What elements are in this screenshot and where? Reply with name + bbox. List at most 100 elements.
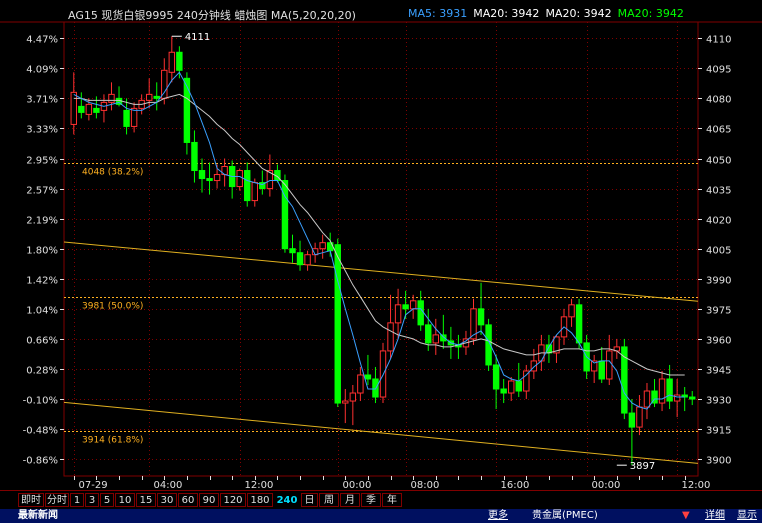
ma-items: MA5: 3931 MA20: 3942 MA20: 3942 MA20: 3942 [408,7,690,20]
candle-body [357,374,364,394]
candle-body [70,91,77,125]
candle-body [409,300,417,310]
candle-body [153,95,160,99]
price-tick-label: 4080 [706,95,731,106]
candle-body [251,182,258,202]
percent-tick-label: -0.86% [23,456,58,467]
period-button[interactable]: 日 [301,493,318,507]
ma-legend-item: MA5: 3931 [408,7,468,20]
price-tick-label: 4095 [706,65,731,76]
candle-body [130,107,138,127]
candlestick-chart[interactable]: 4110 4.47% 4095 4.09% 4080 3.71% 4065 3.33% 4050… [0,0,762,523]
percent-tick-label: 1.80% [26,246,58,257]
price-tick-label: 3945 [706,366,731,377]
price-tick-label: 3915 [706,426,731,437]
candle-body [417,300,424,326]
ma20-line [73,93,685,376]
period-button[interactable]: 月 [340,493,360,507]
candle-body [673,394,681,402]
period-button[interactable]: 分时 [45,493,69,507]
candle-body [598,360,605,380]
candle-body [643,390,651,408]
dropdown-arrow-icon[interactable]: ▼ [682,510,690,522]
candle-body [477,308,485,326]
show-link[interactable]: 显示 [737,510,757,522]
candle-body [606,350,613,380]
candle-body [372,378,379,398]
candle-body [387,322,394,352]
trend-line [63,401,699,464]
period-button[interactable]: 年 [382,493,402,507]
ma-legend-item: MA20: 3942 [473,7,540,20]
candle-body [568,304,575,318]
period-button[interactable]: 90 [199,493,219,507]
percent-tick-label: -0.10% [23,396,58,407]
candle-body [666,378,673,402]
period-button[interactable]: 180 [247,493,273,507]
candle-body [85,103,93,115]
percent-tick-label: 3.33% [26,125,58,136]
candle-body [319,242,326,250]
percent-tick-label: 2.57% [26,186,58,197]
percent-tick-label: 3.71% [26,95,58,106]
candle-body [304,254,311,266]
fib-level-label: 3981 (50.0%) [82,302,143,312]
period-button[interactable]: 60 [178,493,198,507]
extreme-annotation: 4111 [185,32,210,43]
ma-legend: MA5: 3931 MA20: 3942 MA20: 3942 MA20: 3942 [408,7,690,20]
candle-body [523,370,530,392]
candle-body [432,334,440,344]
candle-body [394,304,402,324]
candle-body [296,252,304,266]
more-link[interactable]: 更多 [488,510,508,522]
candle-body [636,406,643,428]
period-button[interactable]: 10 [115,493,135,507]
candle-body [575,304,583,344]
chart-legend: AG15 现货白银9995 240分钟线 蜡烛图 MA(5,20,20,20) … [0,0,762,26]
candle-body [78,105,85,113]
candle-body [342,400,349,404]
candle-body [145,93,153,101]
ma-legend-item: MA20: 3942 [617,7,684,20]
period-button[interactable]: 240 [274,493,300,507]
period-button[interactable]: 30 [157,493,177,507]
percent-tick-label: 4.09% [26,65,58,76]
candle-body [492,364,500,390]
candle-body [206,178,213,182]
news-label[interactable]: 最新新闻 [18,510,58,522]
price-tick-label: 4065 [706,125,731,136]
period-button[interactable]: 15 [136,493,156,507]
candle-body [349,392,357,402]
instrument-title: AG15 现货白银9995 240分钟线 蜡烛图 MA(5,20,20,20) [68,9,356,22]
candle-body [402,304,409,310]
market-select[interactable]: 贵金属(PMEC) [532,510,598,522]
period-button[interactable]: 季 [361,493,381,507]
period-button[interactable]: 即时 [18,493,44,507]
percent-tick-label: 4.47% [26,35,58,46]
candle-body [213,174,221,182]
price-tick-label: 4035 [706,186,731,197]
percent-tick-label: 2.19% [26,216,58,227]
fib-level-label: 4048 (38.2%) [82,168,143,178]
candle-body [364,374,372,380]
candle-body [123,109,130,127]
candle-body [628,412,636,428]
percent-tick-label: -0.48% [23,426,58,437]
period-button[interactable]: 1 [70,493,84,507]
period-button[interactable]: 120 [220,493,246,507]
fib-level-label: 3914 (61.8%) [82,436,143,446]
status-bar: 最新新闻 更多 贵金属(PMEC) ▼ 详细 显示 [0,509,762,523]
period-button[interactable]: 3 [85,493,99,507]
candle-body [168,51,176,73]
detail-link[interactable]: 详细 [705,510,725,522]
candle-body [689,396,696,400]
price-tick-label: 3930 [706,396,731,407]
period-toolbar: 即时 分时 1 3 5 10 15 30 60 90 120 180 240 日周月季年 [0,490,762,509]
period-button[interactable]: 周 [319,493,339,507]
candle-body [183,77,191,143]
price-tick-label: 4050 [706,156,731,167]
ma-legend-item: MA20: 3942 [545,7,612,20]
candle-body [93,107,100,113]
percent-tick-label: 0.28% [26,366,58,377]
period-button[interactable]: 5 [100,493,114,507]
